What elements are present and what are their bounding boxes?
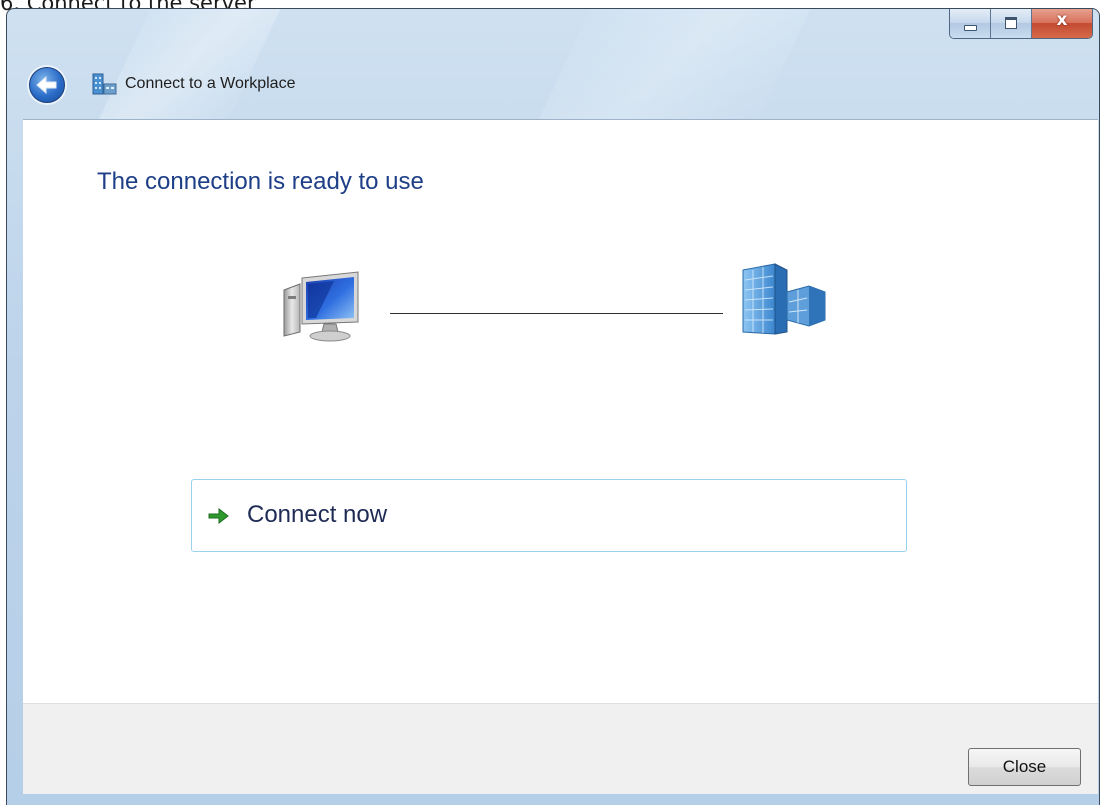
green-arrow-icon <box>208 507 229 525</box>
wizard-window: x Connect to a Workplace The connection … <box>6 8 1100 805</box>
connection-line <box>390 313 723 314</box>
minimize-icon <box>964 25 977 31</box>
wizard-content: The connection is ready to use Connect n… <box>23 119 1098 704</box>
connect-now-label: Connect now <box>247 501 388 528</box>
computer-icon <box>283 271 359 342</box>
close-icon: x <box>1056 10 1068 30</box>
page-heading: The connection is ready to use <box>97 168 424 195</box>
window-title: Connect to a Workplace <box>125 75 296 92</box>
connect-now-option[interactable]: Connect now <box>191 479 907 552</box>
caption-buttons: x <box>949 9 1093 39</box>
back-button[interactable] <box>29 67 65 103</box>
workplace-icon <box>92 73 117 95</box>
back-arrow-icon <box>36 75 57 95</box>
maximize-button[interactable] <box>991 9 1032 38</box>
maximize-icon <box>1005 17 1017 29</box>
office-building-icon <box>742 263 826 335</box>
close-button[interactable]: Close <box>968 748 1081 786</box>
minimize-button[interactable] <box>950 9 991 38</box>
wizard-footer: Close <box>23 703 1098 794</box>
close-window-button[interactable]: x <box>1032 9 1092 38</box>
